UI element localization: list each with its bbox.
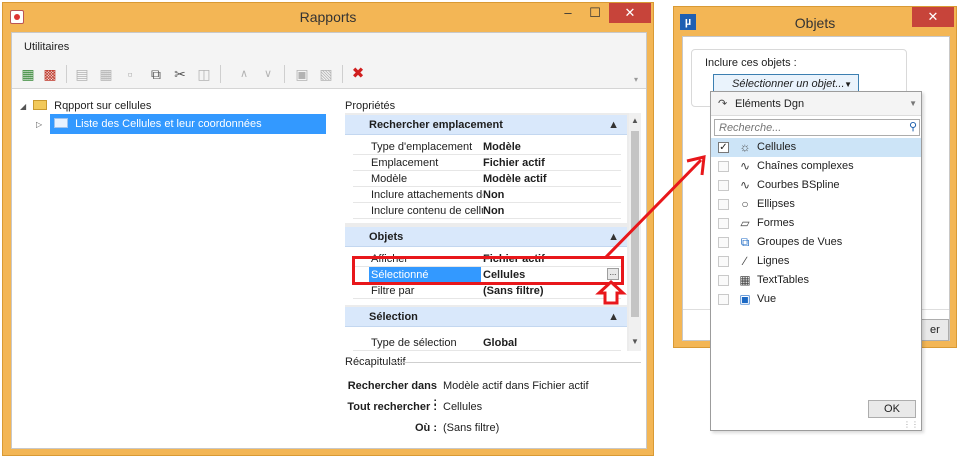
annotation-diagonal-arrow <box>604 158 703 259</box>
annotation-arrows <box>595 155 706 305</box>
annotation-up-arrow <box>595 279 627 305</box>
